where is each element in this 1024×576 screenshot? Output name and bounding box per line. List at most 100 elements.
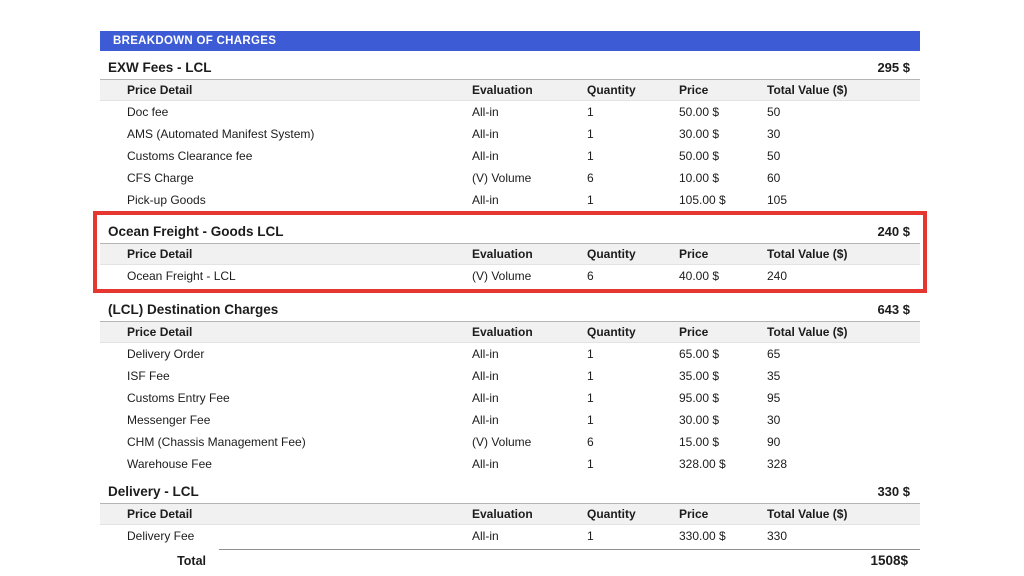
cell-total-value: 105 [767, 193, 910, 207]
cell-price-detail: Warehouse Fee [127, 457, 472, 471]
col-header-price-detail: Price Detail [127, 325, 472, 339]
col-header-evaluation: Evaluation [472, 507, 587, 521]
table-row: Pick-up Goods All-in 1 105.00 $ 105 [100, 189, 920, 211]
grand-total-row: Total 1508$ [100, 549, 920, 575]
cell-price: 328.00 $ [679, 457, 767, 471]
cell-evaluation: All-in [472, 391, 587, 405]
section-title: Ocean Freight - Goods LCL [108, 224, 284, 239]
cell-price-detail: Pick-up Goods [127, 193, 472, 207]
section-header: Delivery - LCL 330 $ [100, 475, 920, 504]
section-total: 330 $ [877, 484, 910, 499]
cell-price-detail: AMS (Automated Manifest System) [127, 127, 472, 141]
section-total: 295 $ [877, 60, 910, 75]
breakdown-title: BREAKDOWN OF CHARGES [113, 35, 276, 47]
cell-quantity: 1 [587, 105, 679, 119]
cell-price: 65.00 $ [679, 347, 767, 361]
section-header: EXW Fees - LCL 295 $ [100, 51, 920, 80]
cell-evaluation: All-in [472, 413, 587, 427]
cell-price: 30.00 $ [679, 413, 767, 427]
col-header-quantity: Quantity [587, 83, 679, 97]
col-header-evaluation: Evaluation [472, 325, 587, 339]
cell-quantity: 1 [587, 149, 679, 163]
cell-quantity: 1 [587, 457, 679, 471]
cell-evaluation: All-in [472, 369, 587, 383]
charge-section: EXW Fees - LCL 295 $ Price Detail Evalua… [100, 51, 920, 211]
charge-section: Delivery - LCL 330 $ Price Detail Evalua… [100, 475, 920, 547]
col-header-evaluation: Evaluation [472, 83, 587, 97]
table-body: Delivery Fee All-in 1 330.00 $ 330 [100, 525, 920, 547]
cell-evaluation: All-in [472, 105, 587, 119]
cell-evaluation: All-in [472, 127, 587, 141]
cell-price-detail: Messenger Fee [127, 413, 472, 427]
cell-total-value: 35 [767, 369, 910, 383]
section-total: 643 $ [877, 302, 910, 317]
cell-total-value: 50 [767, 149, 910, 163]
cell-price: 10.00 $ [679, 171, 767, 185]
cell-evaluation: (V) Volume [472, 269, 587, 283]
cell-price: 35.00 $ [679, 369, 767, 383]
cell-evaluation: All-in [472, 193, 587, 207]
cell-price-detail: CFS Charge [127, 171, 472, 185]
table-body: Delivery Order All-in 1 65.00 $ 65 ISF F… [100, 343, 920, 475]
table-row: ISF Fee All-in 1 35.00 $ 35 [100, 365, 920, 387]
cell-price: 105.00 $ [679, 193, 767, 207]
cell-total-value: 330 [767, 529, 910, 543]
charges-document: BREAKDOWN OF CHARGES EXW Fees - LCL 295 … [100, 31, 920, 575]
cell-evaluation: All-in [472, 457, 587, 471]
cell-quantity: 6 [587, 171, 679, 185]
cell-quantity: 1 [587, 347, 679, 361]
cell-evaluation: All-in [472, 347, 587, 361]
table-header-row: Price Detail Evaluation Quantity Price T… [100, 504, 920, 525]
cell-total-value: 240 [767, 269, 910, 283]
col-header-total-value: Total Value ($) [767, 83, 910, 97]
section-header: (LCL) Destination Charges 643 $ [100, 293, 920, 322]
cell-quantity: 1 [587, 369, 679, 383]
col-header-price-detail: Price Detail [127, 247, 472, 261]
cell-quantity: 1 [587, 127, 679, 141]
cell-evaluation: (V) Volume [472, 435, 587, 449]
cell-total-value: 328 [767, 457, 910, 471]
col-header-price-detail: Price Detail [127, 507, 472, 521]
cell-quantity: 1 [587, 193, 679, 207]
col-header-price-detail: Price Detail [127, 83, 472, 97]
section-title: Delivery - LCL [108, 484, 199, 499]
table-row: Delivery Order All-in 1 65.00 $ 65 [100, 343, 920, 365]
total-divider [219, 549, 920, 550]
table-row: AMS (Automated Manifest System) All-in 1… [100, 123, 920, 145]
cell-quantity: 1 [587, 391, 679, 405]
cell-total-value: 50 [767, 105, 910, 119]
col-header-price: Price [679, 325, 767, 339]
table-row: Messenger Fee All-in 1 30.00 $ 30 [100, 409, 920, 431]
cell-price-detail: Customs Clearance fee [127, 149, 472, 163]
col-header-evaluation: Evaluation [472, 247, 587, 261]
col-header-total-value: Total Value ($) [767, 247, 910, 261]
table-row: CFS Charge (V) Volume 6 10.00 $ 60 [100, 167, 920, 189]
col-header-quantity: Quantity [587, 325, 679, 339]
cell-price-detail: Delivery Order [127, 347, 472, 361]
table-header-row: Price Detail Evaluation Quantity Price T… [100, 322, 920, 343]
cell-price-detail: Ocean Freight - LCL [127, 269, 472, 283]
table-row: Doc fee All-in 1 50.00 $ 50 [100, 101, 920, 123]
cell-price-detail: Delivery Fee [127, 529, 472, 543]
col-header-total-value: Total Value ($) [767, 325, 910, 339]
cell-price-detail: ISF Fee [127, 369, 472, 383]
col-header-price: Price [679, 247, 767, 261]
col-header-quantity: Quantity [587, 507, 679, 521]
col-header-total-value: Total Value ($) [767, 507, 910, 521]
cell-price-detail: Customs Entry Fee [127, 391, 472, 405]
col-header-price: Price [679, 507, 767, 521]
charge-section-highlight-box: Ocean Freight - Goods LCL 240 $ Price De… [93, 211, 927, 293]
cell-total-value: 65 [767, 347, 910, 361]
cell-evaluation: (V) Volume [472, 171, 587, 185]
table-row: Warehouse Fee All-in 1 328.00 $ 328 [100, 453, 920, 475]
cell-price: 15.00 $ [679, 435, 767, 449]
cell-total-value: 60 [767, 171, 910, 185]
cell-price: 50.00 $ [679, 149, 767, 163]
cell-total-value: 90 [767, 435, 910, 449]
cell-price-detail: CHM (Chassis Management Fee) [127, 435, 472, 449]
breakdown-header-bar: BREAKDOWN OF CHARGES [100, 31, 920, 51]
grand-total-label: Total [100, 554, 206, 568]
cell-price: 50.00 $ [679, 105, 767, 119]
cell-evaluation: All-in [472, 529, 587, 543]
cell-quantity: 6 [587, 269, 679, 283]
